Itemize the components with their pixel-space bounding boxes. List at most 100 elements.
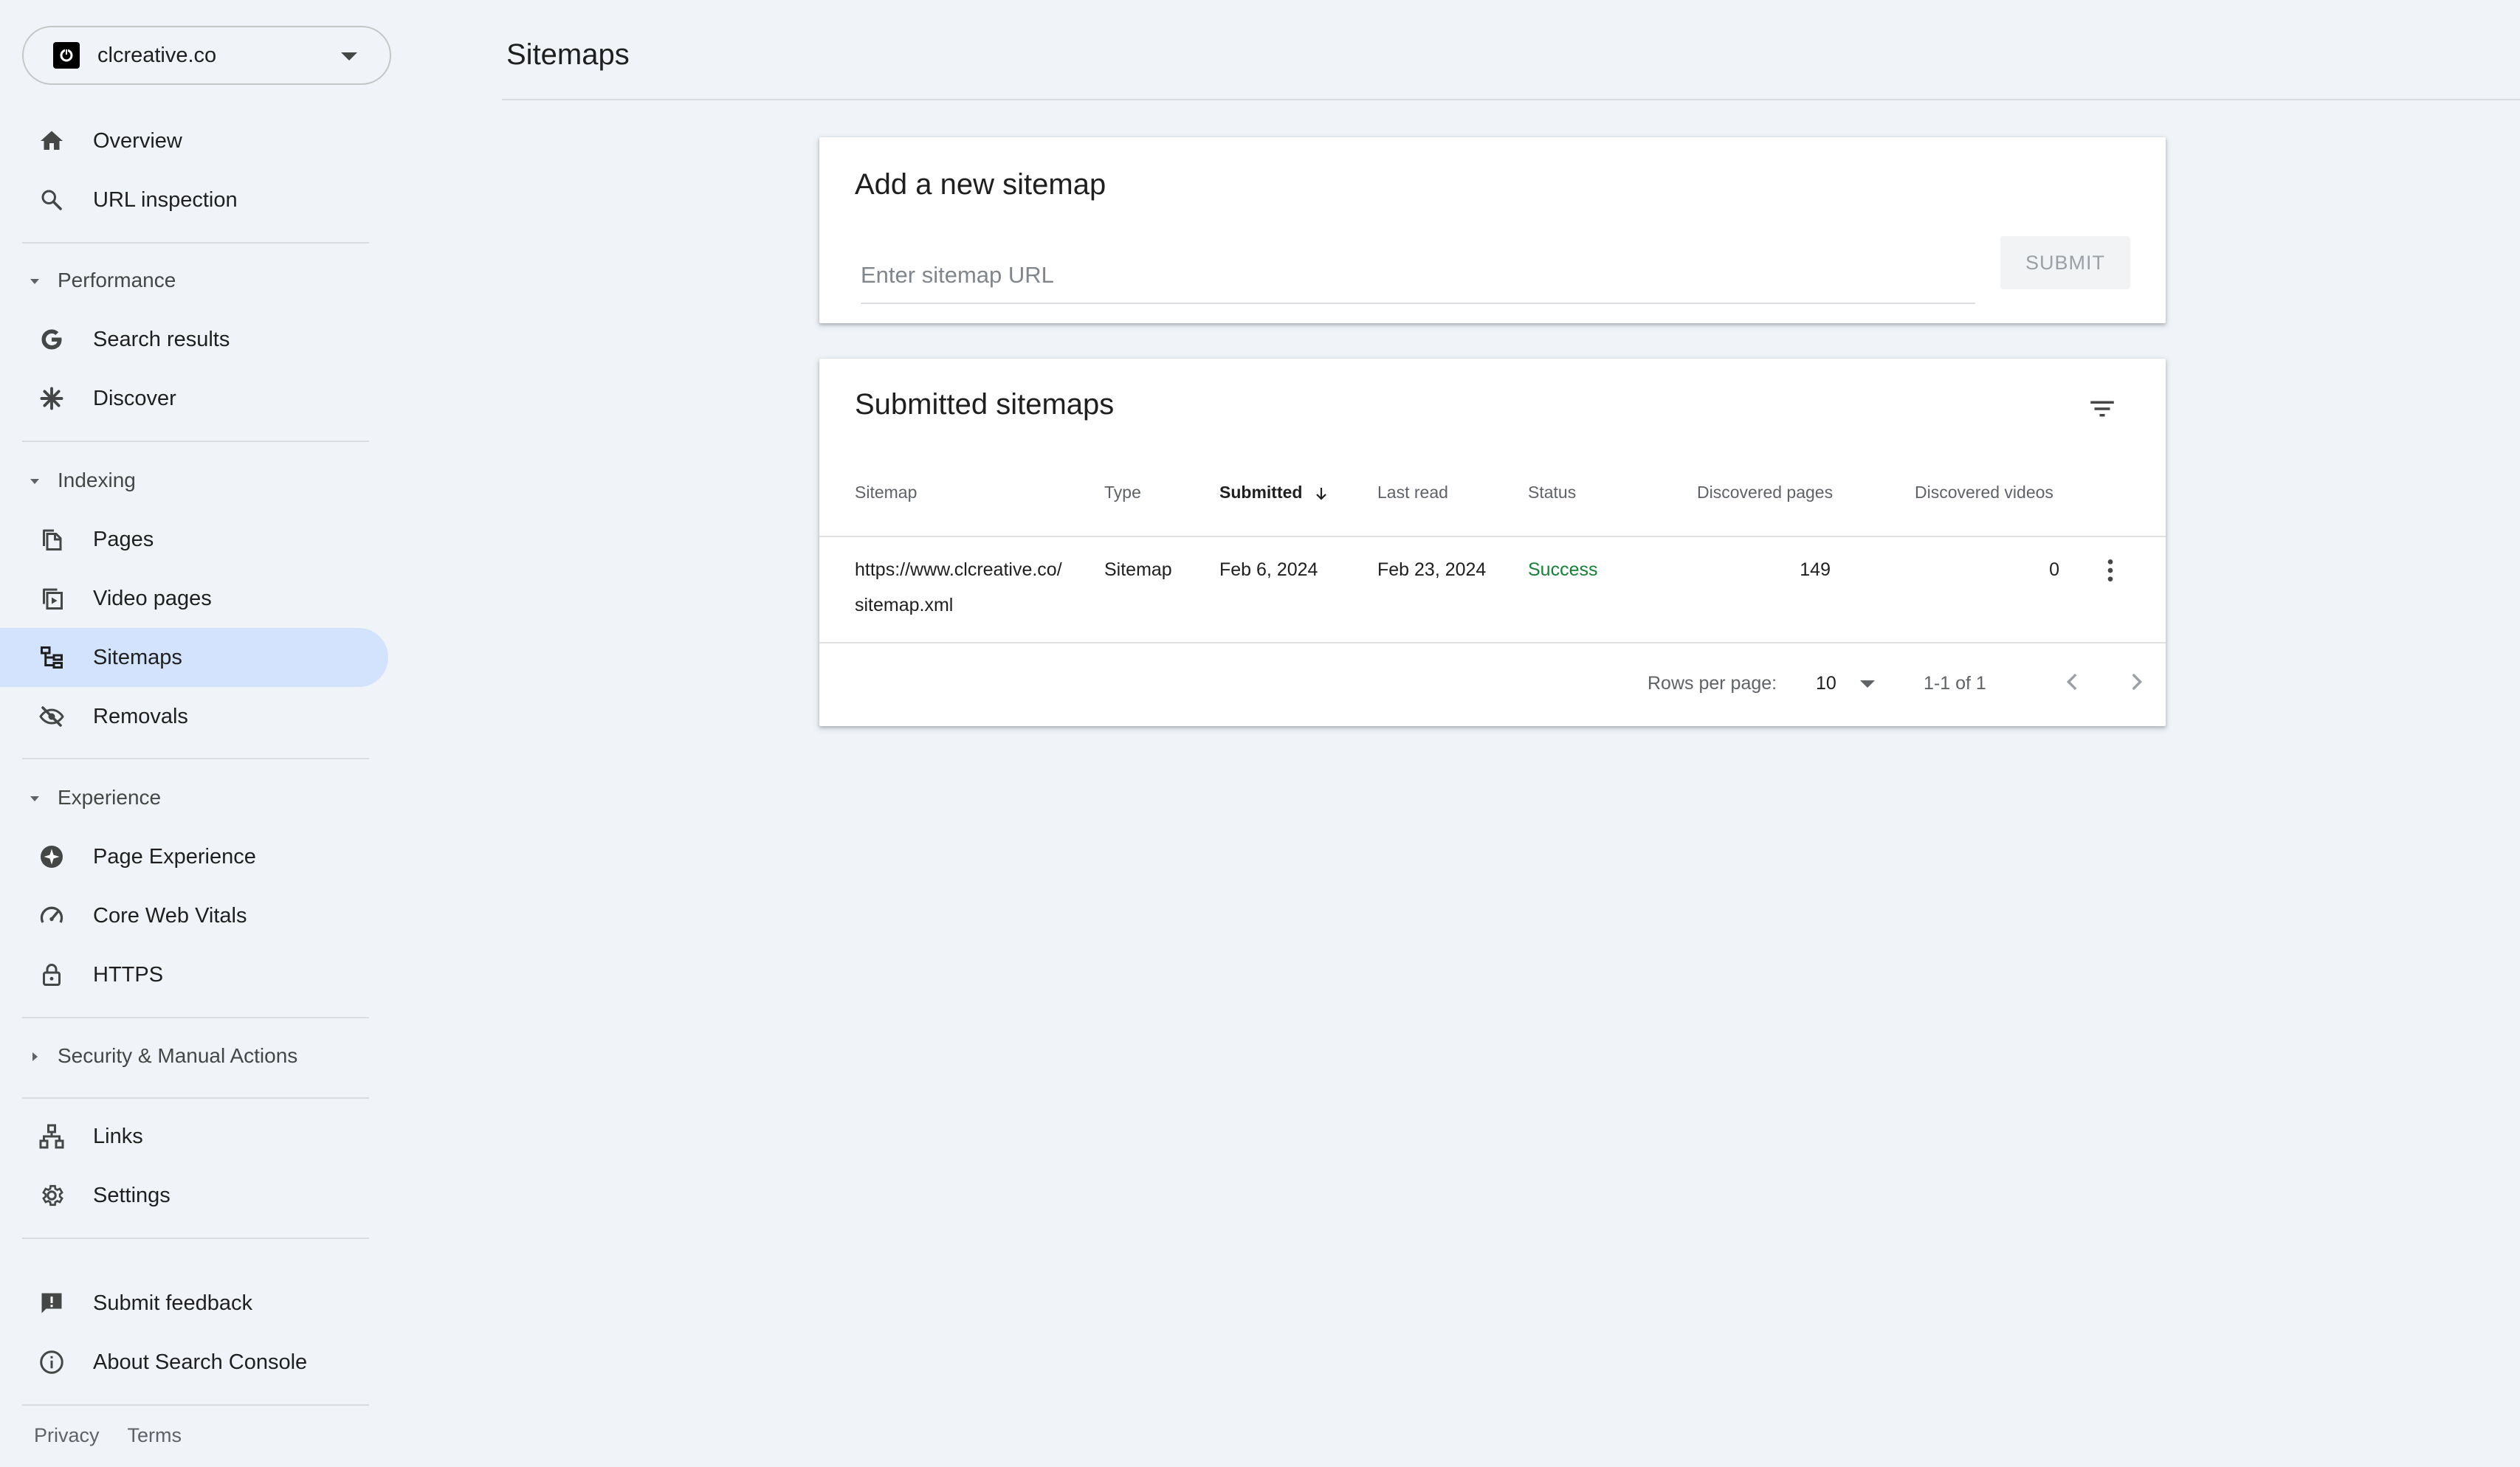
sidebar-divider <box>22 1017 369 1018</box>
caret-right-icon <box>32 1052 38 1061</box>
add-sitemap-card: Add a new sitemap SUBMIT <box>819 137 2166 323</box>
page-title: Sitemaps <box>506 38 630 71</box>
caret-down-icon <box>30 796 39 801</box>
sidebar-item-settings[interactable]: Settings <box>0 1166 388 1225</box>
feedback-icon <box>38 1290 65 1316</box>
sidebar-item-pages[interactable]: Pages <box>0 510 388 569</box>
last-read-cell: Feb 23, 2024 <box>1377 559 1487 580</box>
sidebar-divider <box>22 758 369 759</box>
sidebar-item-sitemaps[interactable]: Sitemaps <box>0 628 388 687</box>
sidebar-item-label: Sitemaps <box>93 645 182 669</box>
next-page-button[interactable] <box>2116 661 2157 703</box>
sidebar-item-label: Search results <box>93 327 230 351</box>
column-header-submitted[interactable]: Submitted <box>1219 483 1330 503</box>
discovered-videos-cell: 0 <box>2049 559 2059 580</box>
filter-button[interactable] <box>2076 382 2129 435</box>
add-sitemap-title: Add a new sitemap <box>855 168 1106 201</box>
more-vert-icon <box>2107 559 2113 581</box>
submit-button[interactable]: SUBMIT <box>2000 236 2130 289</box>
chevron-down-icon <box>341 52 357 61</box>
section-label: Performance <box>58 269 176 291</box>
sidebar-item-about[interactable]: About Search Console <box>0 1333 388 1392</box>
discovered-pages-cell: 149 <box>1800 559 1831 580</box>
previous-page-button[interactable] <box>2052 661 2093 703</box>
pagination-range: 1-1 of 1 <box>1924 673 1986 694</box>
sidebar-item-label: Video pages <box>93 586 212 610</box>
property-selector[interactable]: clcreative.co <box>22 26 391 85</box>
property-name: clcreative.co <box>97 43 217 67</box>
speedometer-icon <box>38 902 65 929</box>
sidebar-item-search-results[interactable]: Search results <box>0 310 388 369</box>
sidebar-item-label: Settings <box>93 1183 171 1207</box>
section-header-experience[interactable]: Experience <box>0 774 388 821</box>
links-icon <box>38 1123 65 1150</box>
sidebar-divider <box>22 441 369 442</box>
terms-link[interactable]: Terms <box>128 1424 182 1447</box>
column-header-sitemap[interactable]: Sitemap <box>855 483 917 503</box>
submitted-date-cell: Feb 6, 2024 <box>1219 559 1318 580</box>
lock-icon <box>38 962 65 988</box>
sidebar-item-submit-feedback[interactable]: Submit feedback <box>0 1274 388 1333</box>
sidebar-item-discover[interactable]: Discover <box>0 369 388 428</box>
section-header-indexing[interactable]: Indexing <box>0 457 388 504</box>
sidebar-item-page-experience[interactable]: Page Experience <box>0 827 388 886</box>
column-header-type[interactable]: Type <box>1104 483 1141 503</box>
section-label: Security & Manual Actions <box>58 1044 298 1067</box>
sidebar-item-label: URL inspection <box>93 187 238 212</box>
sidebar-item-label: Links <box>93 1124 143 1148</box>
table-row-divider <box>819 642 2166 643</box>
status-cell: Success <box>1528 559 1598 580</box>
sidebar-item-label: Page Experience <box>93 844 256 869</box>
sidebar-item-links[interactable]: Links <box>0 1107 388 1166</box>
sidebar: clcreative.co Overview URL inspection Pe… <box>0 0 399 1467</box>
filter-icon <box>2090 401 2114 417</box>
privacy-link[interactable]: Privacy <box>34 1424 100 1447</box>
pages-icon <box>38 526 65 553</box>
sidebar-divider <box>22 1238 369 1239</box>
gear-icon <box>38 1182 65 1209</box>
sidebar-item-overview[interactable]: Overview <box>0 111 388 170</box>
row-menu-button[interactable] <box>2092 552 2129 589</box>
footer-links: Privacy Terms <box>34 1424 182 1447</box>
sidebar-item-url-inspection[interactable]: URL inspection <box>0 170 388 229</box>
arrow-down-icon <box>1316 487 1327 500</box>
rows-per-page-label: Rows per page: <box>1648 673 1777 694</box>
caret-down-icon <box>1860 680 1875 688</box>
column-header-discovered-videos[interactable]: Discovered videos <box>1915 483 2053 503</box>
type-cell: Sitemap <box>1104 559 1172 580</box>
video-pages-icon <box>38 585 65 612</box>
sitemap-url-input[interactable] <box>861 248 1975 304</box>
section-label: Indexing <box>58 469 136 491</box>
column-header-status[interactable]: Status <box>1528 483 1576 503</box>
submitted-sitemaps-card: Submitted sitemaps Sitemap Type Submitte… <box>819 359 2166 726</box>
caret-down-icon <box>30 279 39 284</box>
sidebar-item-label: Submit feedback <box>93 1291 253 1315</box>
table-header-divider <box>819 536 2166 537</box>
sitemap-icon <box>38 644 65 671</box>
column-header-last-read[interactable]: Last read <box>1377 483 1448 503</box>
sitemap-url-cell[interactable]: https://www.clcreative.co/sitemap.xml <box>855 552 1069 623</box>
sidebar-divider <box>22 1097 369 1099</box>
chevron-left-icon <box>2066 673 2077 691</box>
rows-per-page-value: 10 <box>1816 673 1836 694</box>
caret-down-icon <box>30 479 39 484</box>
home-icon <box>38 128 65 154</box>
rows-per-page-select[interactable]: 10 <box>1808 669 1882 698</box>
sidebar-item-label: Removals <box>93 704 188 728</box>
sidebar-item-https[interactable]: HTTPS <box>0 945 388 1004</box>
sidebar-item-label: HTTPS <box>93 962 164 987</box>
section-label: Experience <box>58 786 162 809</box>
section-header-performance[interactable]: Performance <box>0 257 388 304</box>
sidebar-divider <box>22 1404 369 1406</box>
sidebar-item-label: Overview <box>93 128 182 153</box>
property-logo-icon <box>53 42 80 69</box>
search-icon <box>38 187 65 213</box>
sidebar-item-core-web-vitals[interactable]: Core Web Vitals <box>0 886 388 945</box>
sidebar-item-label: About Search Console <box>93 1350 308 1374</box>
section-header-security[interactable]: Security & Manual Actions <box>0 1032 388 1080</box>
sidebar-item-label: Discover <box>93 386 176 410</box>
info-icon <box>38 1349 65 1375</box>
sidebar-item-removals[interactable]: Removals <box>0 687 388 746</box>
column-header-discovered-pages[interactable]: Discovered pages <box>1697 483 1833 503</box>
sidebar-item-video-pages[interactable]: Video pages <box>0 569 388 628</box>
